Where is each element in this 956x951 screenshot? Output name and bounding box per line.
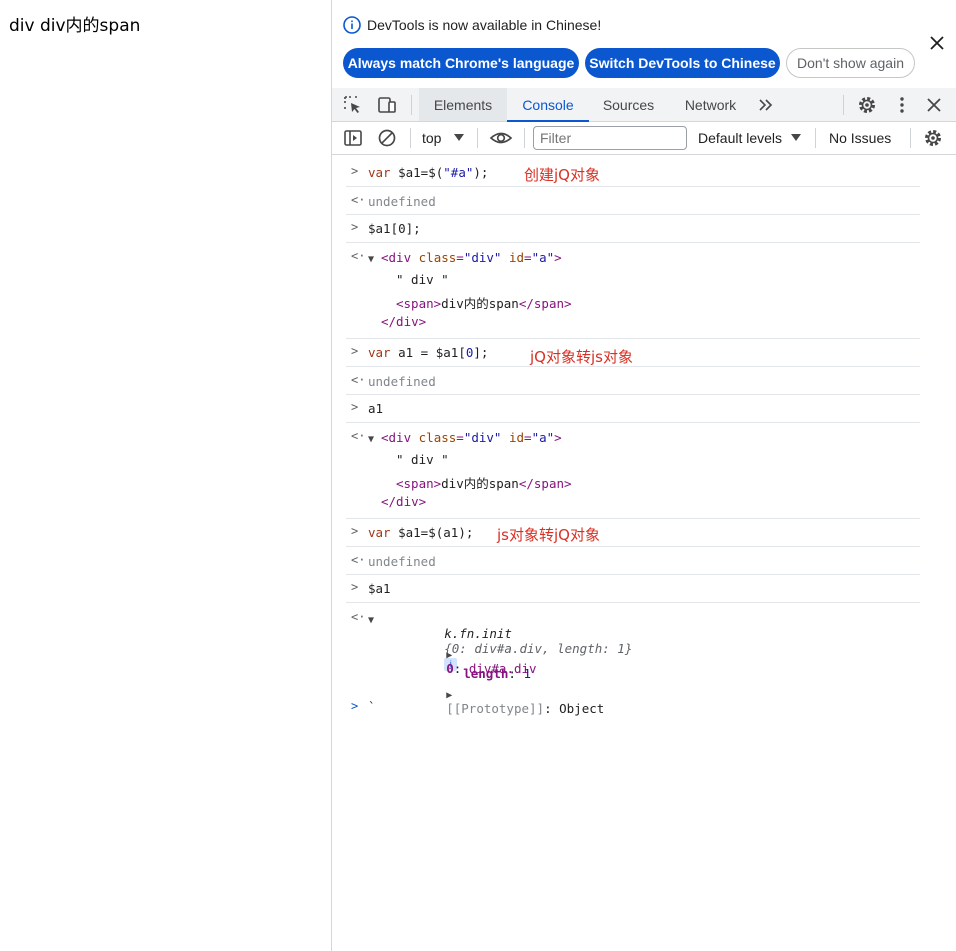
tab-console[interactable]: Console bbox=[507, 88, 589, 122]
devtools-panel: DevTools is now available in Chinese! Al… bbox=[331, 0, 956, 951]
filter-input[interactable] bbox=[533, 126, 687, 150]
console-code: a1 bbox=[368, 401, 384, 416]
result-arrow-icon: <· bbox=[351, 429, 366, 443]
console-element-result[interactable]: <· ▼ <div class="div" id="a"> " div " <s… bbox=[346, 243, 920, 339]
result-value: undefined bbox=[368, 194, 436, 209]
expand-element-toggle[interactable]: ▼ bbox=[368, 250, 374, 265]
triangle-down-icon[interactable]: ▼ bbox=[368, 254, 374, 265]
console-code: var $a1=$(a1); bbox=[368, 525, 474, 540]
toolbar-divider bbox=[410, 128, 411, 148]
annotation-note: 创建jQ对象 bbox=[524, 166, 600, 184]
toolbar-divider bbox=[815, 128, 816, 148]
annotation-note: jQ对象转js对象 bbox=[530, 348, 633, 366]
console-code: var a1 = $a1[0]; bbox=[368, 345, 489, 360]
console-code: $a1[0]; bbox=[368, 221, 421, 236]
page-viewport: div div内的span bbox=[0, 0, 331, 951]
triangle-down-icon[interactable]: ▼ bbox=[368, 434, 374, 445]
toolbar-divider bbox=[477, 128, 478, 148]
prompt-chevron-icon: > bbox=[351, 699, 359, 713]
customize-menu-kebab-icon[interactable] bbox=[892, 95, 912, 115]
close-infobar-icon[interactable] bbox=[928, 34, 946, 52]
inspect-element-icon[interactable] bbox=[343, 95, 363, 115]
console-input-row: > $a1[0]; bbox=[346, 215, 920, 243]
clear-console-icon[interactable] bbox=[377, 128, 397, 148]
console-prompt[interactable]: > ` bbox=[346, 697, 920, 721]
console-code: var $a1=$("#a"); bbox=[368, 165, 489, 180]
toolbar-divider bbox=[843, 95, 844, 115]
element-close-tag: </div> bbox=[381, 314, 427, 329]
input-chevron-icon: > bbox=[351, 164, 359, 178]
console-code: $a1 bbox=[368, 581, 391, 596]
element-open-tag: <div class="div" id="a"> bbox=[381, 430, 562, 445]
element-span-child: <span>div内的span</span> bbox=[396, 296, 572, 311]
expand-object-toggle[interactable]: ▼ bbox=[368, 611, 374, 626]
result-arrow-icon: <· bbox=[351, 610, 366, 624]
console-input-row: > var a1 = $a1[0]; jQ对象转js对象 bbox=[346, 339, 920, 367]
input-chevron-icon: > bbox=[351, 344, 359, 358]
language-infobar: DevTools is now available in Chinese! Al… bbox=[332, 0, 956, 88]
more-tabs-chevron-icon[interactable] bbox=[756, 95, 776, 115]
console-result-row: <· undefined bbox=[346, 187, 920, 215]
result-arrow-icon: <· bbox=[351, 373, 366, 387]
console-input-row: > var $a1=$(a1); js对象转jQ对象 bbox=[346, 519, 920, 547]
toolbar-divider bbox=[411, 95, 412, 115]
element-text-node: " div " bbox=[396, 272, 449, 287]
devtools-tabbar: Elements Console Sources Network bbox=[332, 88, 956, 122]
element-close-tag: </div> bbox=[381, 494, 427, 509]
result-value: undefined bbox=[368, 554, 436, 569]
device-toolbar-icon[interactable] bbox=[377, 95, 397, 115]
result-value: undefined bbox=[368, 374, 436, 389]
element-span-child: <span>div内的span</span> bbox=[396, 476, 572, 491]
console-input-row: > $a1 bbox=[346, 575, 920, 603]
console-settings-gear-icon[interactable] bbox=[923, 128, 943, 148]
input-chevron-icon: > bbox=[351, 400, 359, 414]
page-content-text: div div内的span bbox=[9, 16, 141, 36]
dont-show-again-button[interactable]: Don't show again bbox=[786, 48, 915, 78]
element-open-tag: <div class="div" id="a"> bbox=[381, 250, 562, 265]
input-chevron-icon: > bbox=[351, 220, 359, 234]
console-element-result[interactable]: <· ▼ <div class="div" id="a"> " div " <s… bbox=[346, 423, 920, 519]
console-result-row: <· undefined bbox=[346, 367, 920, 395]
input-chevron-icon: > bbox=[351, 580, 359, 594]
sidebar-toggle-icon[interactable] bbox=[343, 128, 363, 148]
annotation-note: js对象转jQ对象 bbox=[497, 526, 600, 544]
levels-dropdown-caret-icon[interactable] bbox=[791, 134, 801, 142]
settings-gear-icon[interactable] bbox=[857, 95, 877, 115]
console-object-result[interactable]: <· ▼ k.fn.init {0: div#a.div, length: 1}… bbox=[346, 603, 920, 716]
context-dropdown-caret-icon[interactable] bbox=[454, 134, 464, 142]
match-language-button[interactable]: Always match Chrome's language bbox=[343, 48, 579, 78]
triangle-down-icon[interactable]: ▼ bbox=[368, 615, 374, 626]
close-devtools-icon[interactable] bbox=[924, 95, 944, 115]
log-levels-dropdown[interactable]: Default levels bbox=[698, 130, 782, 146]
expand-element-toggle[interactable]: ▼ bbox=[368, 430, 374, 445]
info-icon bbox=[343, 16, 361, 34]
infobar-message: DevTools is now available in Chinese! bbox=[367, 17, 602, 33]
tab-network[interactable]: Network bbox=[668, 88, 753, 121]
console-result-row: <· undefined bbox=[346, 547, 920, 575]
toolbar-divider bbox=[910, 128, 911, 148]
input-chevron-icon: > bbox=[351, 524, 359, 538]
toolbar-divider bbox=[524, 128, 525, 148]
console-input-row: > var $a1=$("#a"); 创建jQ对象 bbox=[346, 159, 920, 187]
element-text-node: " div " bbox=[396, 452, 449, 467]
issues-counter[interactable]: No Issues bbox=[829, 130, 891, 146]
tab-elements[interactable]: Elements bbox=[419, 88, 507, 121]
context-selector-label[interactable]: top bbox=[422, 130, 441, 146]
result-arrow-icon: <· bbox=[351, 193, 366, 207]
live-expression-eye-icon[interactable] bbox=[489, 128, 513, 148]
result-arrow-icon: <· bbox=[351, 249, 366, 263]
result-arrow-icon: <· bbox=[351, 553, 366, 567]
console-input-row: > a1 bbox=[346, 395, 920, 423]
prompt-input[interactable]: ` bbox=[368, 699, 376, 714]
console-toolbar: top Default levels No Issues bbox=[332, 122, 956, 155]
switch-to-chinese-button[interactable]: Switch DevTools to Chinese bbox=[585, 48, 780, 78]
tab-sources[interactable]: Sources bbox=[589, 88, 668, 121]
